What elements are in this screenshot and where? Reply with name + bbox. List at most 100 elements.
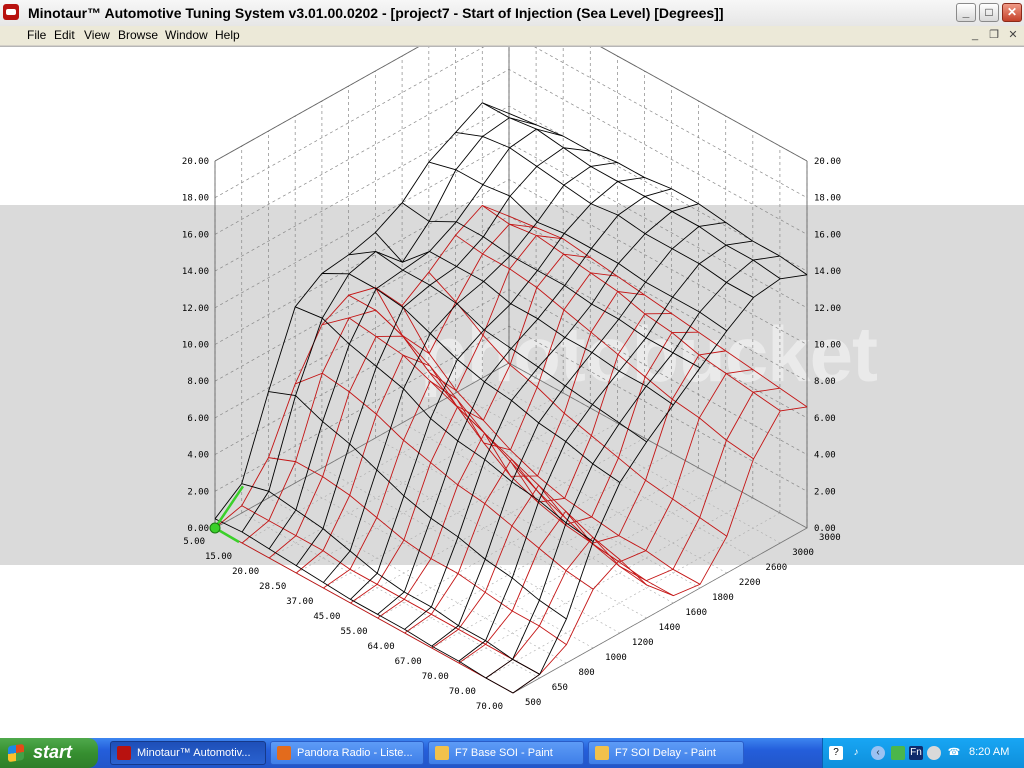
surface-line bbox=[350, 176, 645, 600]
system-tray: ? ♪ ‹ Fn ☎ 8:20 AM bbox=[822, 738, 1024, 768]
rpm-tick-label: 800 bbox=[578, 668, 594, 678]
floor-gridline bbox=[241, 512, 540, 679]
z-tick-label-left: 10.00 bbox=[182, 341, 209, 351]
clock: 8:20 AM bbox=[969, 746, 1010, 758]
surface-line bbox=[377, 188, 672, 615]
wall-gridline bbox=[214, 47, 808, 199]
floor-gridline bbox=[482, 377, 781, 544]
load-tick-label: 37.00 bbox=[286, 597, 313, 607]
firefox-icon bbox=[277, 746, 291, 760]
load-tick-label: 67.00 bbox=[395, 657, 422, 667]
task-label: F7 Base SOI - Paint bbox=[455, 747, 553, 759]
menu-window[interactable]: Window bbox=[165, 28, 208, 42]
wall-gridline bbox=[214, 47, 808, 162]
floor-gridline bbox=[428, 407, 727, 574]
z-tick-label-left: 14.00 bbox=[182, 267, 209, 277]
window-title: Minotaur™ Automotive Tuning System v3.01… bbox=[28, 5, 724, 21]
z-tick-label-right: 4.00 bbox=[814, 451, 836, 461]
load-tick-label: 15.00 bbox=[205, 552, 232, 562]
rpm-tick-label: 3000 bbox=[792, 548, 814, 558]
floor-gridline bbox=[377, 452, 672, 619]
wall-edge bbox=[600, 47, 808, 162]
task-label: F7 SOI Delay - Paint bbox=[615, 747, 716, 759]
start-button[interactable]: start bbox=[0, 738, 98, 768]
menu-edit[interactable]: Edit bbox=[54, 28, 75, 42]
back-icon[interactable]: ‹ bbox=[871, 746, 885, 760]
wall-gridline bbox=[214, 215, 808, 382]
minimize-button[interactable]: _ bbox=[956, 3, 976, 22]
surface-line bbox=[482, 102, 781, 280]
rpm-tick-label: 2200 bbox=[739, 578, 761, 588]
surface-line bbox=[214, 204, 510, 529]
menu-browse[interactable]: Browse bbox=[118, 28, 158, 42]
surface-line bbox=[508, 113, 808, 276]
rpm-tick-label: 1600 bbox=[685, 608, 707, 618]
rpm-tick-label: 650 bbox=[552, 683, 568, 693]
floor-gridline bbox=[296, 407, 591, 574]
rpm-tick-label: 3000 bbox=[819, 533, 841, 543]
z-tick-label-right: 10.00 bbox=[814, 341, 841, 351]
menu-view[interactable]: View bbox=[84, 28, 110, 42]
z-tick-label-left: 6.00 bbox=[187, 414, 209, 424]
surface-line bbox=[214, 527, 514, 694]
z-tick-label-right: 18.00 bbox=[814, 194, 841, 204]
mdi-close-button[interactable]: ✕ bbox=[1006, 29, 1020, 42]
close-icon: ✕ bbox=[1006, 5, 1018, 19]
surface-line bbox=[323, 161, 618, 583]
floor-gridline bbox=[401, 422, 701, 589]
task-pandora[interactable]: Pandora Radio - Liste... bbox=[270, 741, 424, 765]
floor-gridline bbox=[269, 392, 564, 559]
help-icon[interactable]: ? bbox=[829, 746, 843, 760]
surface-line bbox=[482, 205, 781, 412]
network-icon[interactable] bbox=[891, 746, 905, 760]
z-tick-label-right: 2.00 bbox=[814, 487, 836, 497]
load-tick-label: 20.00 bbox=[232, 567, 259, 577]
menu-file[interactable]: File bbox=[27, 28, 46, 42]
surface-line bbox=[241, 223, 537, 544]
load-tick-label: 45.00 bbox=[313, 612, 340, 622]
maximize-button[interactable]: □ bbox=[979, 3, 999, 22]
load-tick-label: 55.00 bbox=[340, 627, 367, 637]
z-tick-label-left: 12.00 bbox=[182, 304, 209, 314]
rpm-tick-label: 500 bbox=[525, 698, 541, 708]
task-paint-soi-delay[interactable]: F7 SOI Delay - Paint bbox=[588, 741, 744, 765]
maximize-icon: □ bbox=[985, 5, 993, 19]
plot-area[interactable]: photobucket 0.00 0.00 2.00 2.00 4.00 4.00 6.00… bbox=[0, 46, 1024, 739]
speaker-icon[interactable]: ♪ bbox=[849, 746, 863, 760]
task-paint-base-soi[interactable]: F7 Base SOI - Paint bbox=[428, 741, 584, 765]
surface-line bbox=[241, 117, 537, 533]
wall-gridline bbox=[214, 105, 808, 272]
z-tick-label-right: 14.00 bbox=[814, 267, 841, 277]
cursor-line bbox=[213, 485, 245, 529]
rpm-tick-label: 1000 bbox=[605, 653, 627, 663]
z-tick-label-right: 6.00 bbox=[814, 414, 836, 424]
windows-logo-icon bbox=[8, 743, 24, 763]
menu-help[interactable]: Help bbox=[215, 28, 240, 42]
connection-icon[interactable]: ☎ bbox=[947, 746, 961, 760]
rpm-tick-label: 2600 bbox=[766, 563, 788, 573]
z-tick-label-right: 20.00 bbox=[814, 157, 841, 167]
app-icon bbox=[3, 4, 19, 20]
surface-line bbox=[428, 161, 728, 332]
z-tick-label-right: 16.00 bbox=[814, 230, 841, 240]
load-tick-label: 28.50 bbox=[259, 582, 286, 592]
close-button[interactable]: ✕ bbox=[1002, 3, 1022, 22]
wall-gridline bbox=[214, 68, 808, 235]
surface-plot[interactable]: 0.00 0.002.00 2.004.00 4.006.00 6.008.00 8.00… bbox=[0, 47, 1024, 739]
load-tick-label: 5.00 bbox=[183, 537, 205, 547]
load-tick-label: 70.00 bbox=[422, 672, 449, 682]
load-tick-label: 70.00 bbox=[449, 687, 476, 697]
title-bar[interactable]: Minotaur™ Automotive Tuning System v3.01… bbox=[0, 0, 1024, 27]
load-tick-label: 70.00 bbox=[476, 702, 503, 712]
mdi-minimize-button[interactable]: _ bbox=[968, 29, 982, 42]
task-minotaur[interactable]: Minotaur™ Automotiv... bbox=[110, 741, 266, 765]
cursor-point bbox=[209, 522, 221, 534]
wall-gridline bbox=[214, 252, 808, 419]
security-icon[interactable] bbox=[927, 746, 941, 760]
wall-gridline bbox=[214, 362, 808, 529]
z-tick-label-right: 8.00 bbox=[814, 377, 836, 387]
floor-gridline bbox=[455, 392, 754, 559]
surface-line bbox=[348, 251, 647, 443]
mdi-restore-button[interactable]: ❐ bbox=[987, 29, 1001, 42]
fn-icon[interactable]: Fn bbox=[909, 746, 923, 760]
